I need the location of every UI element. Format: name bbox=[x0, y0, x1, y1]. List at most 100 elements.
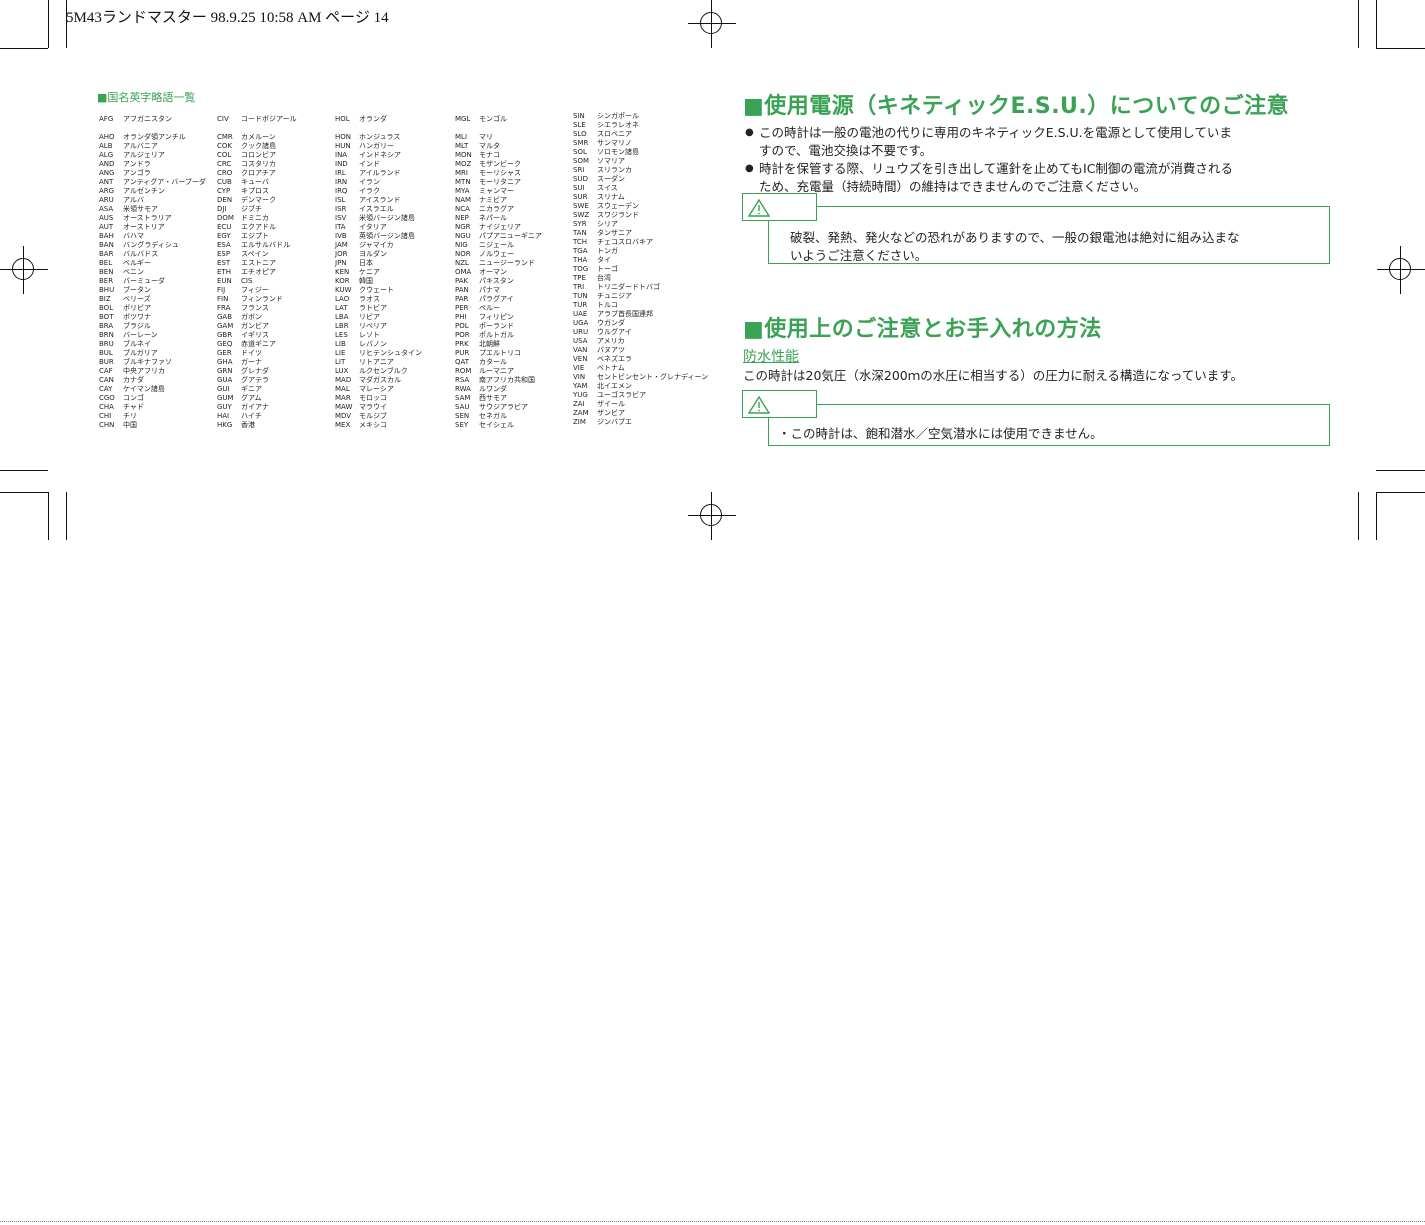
country-name: コスタリカ bbox=[241, 160, 276, 168]
country-name: スワジランド bbox=[597, 211, 639, 219]
country-code: CAF bbox=[99, 367, 113, 375]
warning-triangle-icon bbox=[748, 199, 770, 217]
warning-line: 破裂、発熱、発火などの恐れがありますので、一般の銀電池は絶対に組み込まな bbox=[790, 230, 1240, 245]
country-name: イタリア bbox=[359, 223, 387, 231]
country-code: DEN bbox=[217, 196, 233, 204]
country-name: ベリーズ bbox=[123, 295, 151, 303]
country-code: GEQ bbox=[217, 340, 233, 348]
bullet-icon: ● bbox=[745, 163, 754, 174]
country-name: ネパール bbox=[479, 214, 507, 222]
country-name: エチオピア bbox=[241, 268, 276, 276]
country-column-3: HOL オランダ HON ホンジュラス HUN ハンガリー INA インドネシア IND インド I… bbox=[335, 115, 453, 430]
country-name: 中国 bbox=[123, 421, 137, 429]
country-row: KEN ケニア bbox=[335, 268, 453, 277]
country-name: チャド bbox=[123, 403, 144, 411]
country-name: シエラレオネ bbox=[597, 121, 639, 129]
country-code: NIG bbox=[455, 241, 468, 249]
country-name: ウガンダ bbox=[597, 319, 625, 327]
country-name: ウルグアイ bbox=[597, 328, 632, 336]
country-code: NCA bbox=[455, 205, 470, 213]
country-code: SUI bbox=[573, 184, 585, 192]
country-row: HOL オランダ bbox=[335, 115, 453, 124]
country-row: ETH エチオピア bbox=[217, 268, 335, 277]
country-code: LIB bbox=[335, 340, 346, 348]
country-name: ヨルダン bbox=[359, 250, 387, 258]
country-code: PAK bbox=[455, 277, 469, 285]
country-code: CRO bbox=[217, 169, 233, 177]
country-column-1: AFG アフガニスタン AHO オランダ領アンチル ALB アルバニア ALG アルジェリア A… bbox=[99, 115, 217, 430]
warning-label bbox=[742, 390, 817, 418]
country-code: KOR bbox=[335, 277, 350, 285]
country-row: EGY エジプト bbox=[217, 232, 335, 241]
country-row: NIG ニジェール bbox=[455, 241, 573, 250]
country-name: モーリタニア bbox=[479, 178, 521, 186]
trim-mark bbox=[1376, 492, 1425, 493]
country-row: ZAM ザンビア bbox=[573, 409, 691, 418]
bottom-divider bbox=[0, 1221, 1425, 1222]
country-code: SEN bbox=[455, 412, 470, 420]
country-code: USA bbox=[573, 337, 588, 345]
country-code: PAR bbox=[455, 295, 469, 303]
country-row: BAR バルバドス bbox=[99, 250, 217, 259]
country-code: EST bbox=[217, 259, 231, 267]
country-code: ITA bbox=[335, 223, 346, 231]
country-code: MLI bbox=[455, 133, 468, 141]
country-row: POL ポーランド bbox=[455, 322, 573, 331]
country-name: セイシェル bbox=[479, 421, 514, 429]
country-name: ブルキナファソ bbox=[123, 358, 172, 366]
country-row: TOG トーゴ bbox=[573, 265, 691, 274]
subheading-water-resistance: 防水性能 bbox=[743, 349, 799, 365]
country-code: ISL bbox=[335, 196, 346, 204]
country-row: GUM グアム bbox=[217, 394, 335, 403]
country-row: COL コロンビア bbox=[217, 151, 335, 160]
country-row: AND アンドラ bbox=[99, 160, 217, 169]
country-name: ガイアナ bbox=[241, 403, 269, 411]
registration-mark-icon bbox=[0, 246, 48, 294]
country-name: 米領サモア bbox=[123, 205, 158, 213]
country-code: BRU bbox=[99, 340, 114, 348]
country-row: ASA 米領サモア bbox=[99, 205, 217, 214]
country-code: YUG bbox=[573, 391, 588, 399]
country-code: GAB bbox=[217, 313, 233, 321]
trim-mark bbox=[66, 0, 67, 48]
country-name: アルバ bbox=[123, 196, 144, 204]
country-code: NAM bbox=[455, 196, 472, 204]
country-code: HON bbox=[335, 133, 352, 141]
country-name: チュニジア bbox=[597, 292, 632, 300]
country-row: PUR プエルトリコ bbox=[455, 349, 573, 358]
country-code: MRI bbox=[455, 169, 468, 177]
country-code: LES bbox=[335, 331, 348, 339]
country-name: アフガニスタン bbox=[123, 115, 172, 123]
country-name: シリア bbox=[597, 220, 618, 228]
country-row: GRN グレナダ bbox=[217, 367, 335, 376]
country-code: CAY bbox=[99, 385, 113, 393]
country-code: ARG bbox=[99, 187, 115, 195]
country-row: CAF 中央アフリカ bbox=[99, 367, 217, 376]
country-name: マリ bbox=[479, 133, 493, 141]
country-code: ALG bbox=[99, 151, 114, 159]
country-code: IND bbox=[335, 160, 348, 168]
country-row: POR ポルトガル bbox=[455, 331, 573, 340]
country-name: ルクセンブルク bbox=[359, 367, 408, 375]
country-name: モナコ bbox=[479, 151, 500, 159]
country-row: VIN セントビンセント・グレナディーン bbox=[573, 373, 708, 382]
country-code: BHU bbox=[99, 286, 115, 294]
country-code: LIE bbox=[335, 349, 346, 357]
country-name: ペルー bbox=[479, 304, 500, 312]
country-name: オーマン bbox=[479, 268, 507, 276]
country-name: ラトビア bbox=[359, 304, 387, 312]
country-code: ALB bbox=[99, 142, 113, 150]
country-row: IRQ イラク bbox=[335, 187, 453, 196]
country-name: キプロス bbox=[241, 187, 269, 195]
country-code: ROM bbox=[455, 367, 472, 375]
country-name: エルサルバドル bbox=[241, 241, 291, 249]
country-code: PRK bbox=[455, 340, 469, 348]
country-code: GUY bbox=[217, 403, 232, 411]
country-row: BOT ボツワナ bbox=[99, 313, 217, 322]
country-code: AUT bbox=[99, 223, 114, 231]
country-row: NEP ネパール bbox=[455, 214, 573, 223]
country-row: JOR ヨルダン bbox=[335, 250, 453, 259]
country-name: ボツワナ bbox=[123, 313, 151, 321]
country-code: BER bbox=[99, 277, 114, 285]
bullet-item: ● 時計を保管する際、リュウズを引き出して運針を止めてもIC制御の電流が消費され… bbox=[745, 160, 1345, 196]
